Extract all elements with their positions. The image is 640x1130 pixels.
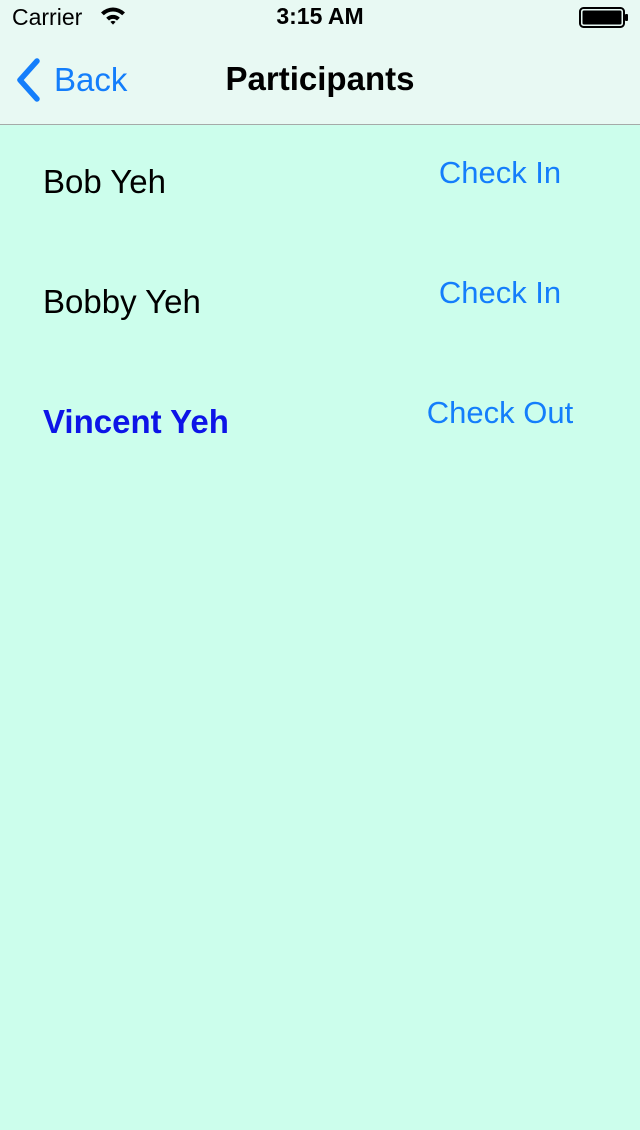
- status-bar: Carrier 3:15 AM: [0, 0, 640, 40]
- participant-row: Bob Yeh Check In: [0, 125, 640, 245]
- check-in-button[interactable]: Check In: [400, 275, 600, 311]
- navigation-bar: Back Participants: [0, 40, 640, 125]
- participant-row: Vincent Yeh Check Out: [0, 365, 640, 485]
- participant-name: Vincent Yeh: [43, 403, 229, 440]
- battery-icon: [579, 7, 628, 28]
- check-in-button[interactable]: Check In: [400, 155, 600, 191]
- participant-row: Bobby Yeh Check In: [0, 245, 640, 365]
- participant-name: Bobby Yeh: [43, 283, 201, 320]
- check-out-button[interactable]: Check Out: [400, 395, 600, 431]
- participant-list: Bob Yeh Check In Bobby Yeh Check In Vinc…: [0, 125, 640, 485]
- page-title: Participants: [225, 60, 415, 97]
- participant-name: Bob Yeh: [43, 163, 166, 200]
- status-time: 3:15 AM: [276, 3, 364, 29]
